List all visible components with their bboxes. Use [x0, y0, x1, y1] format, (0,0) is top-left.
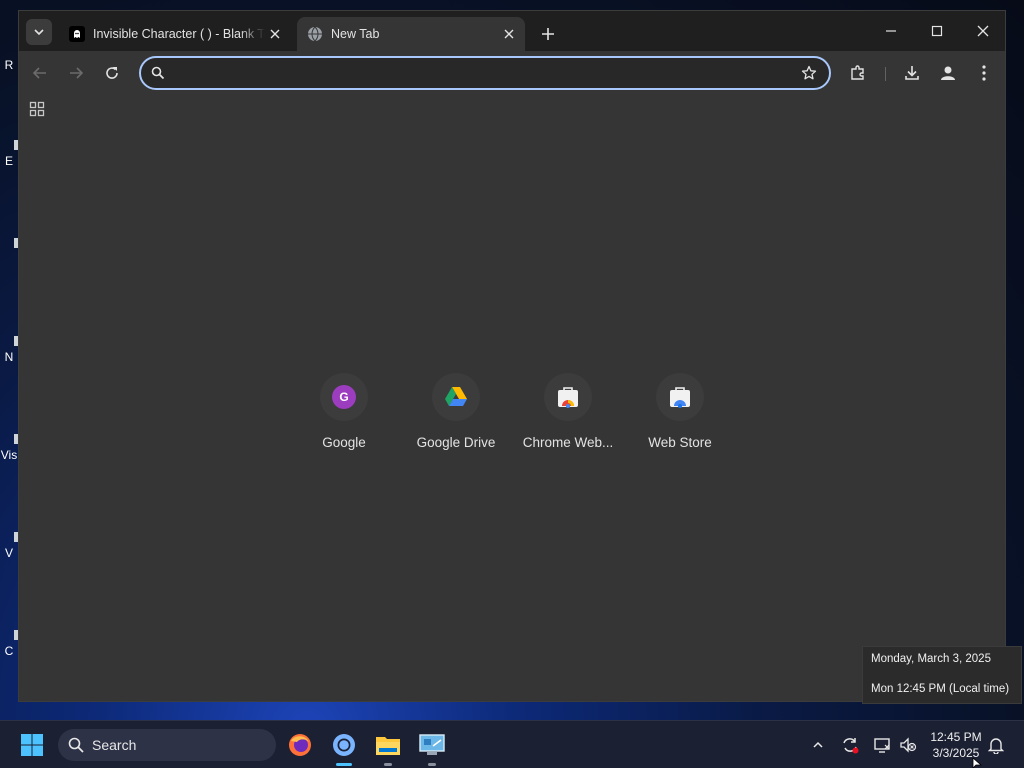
close-icon [977, 25, 989, 37]
desktop-icon-7[interactable]: C [0, 630, 20, 658]
toolbar-separator [885, 67, 886, 81]
desktop-icon-3[interactable] [0, 238, 20, 252]
toolbar [19, 51, 1005, 95]
chrome-icon [333, 734, 355, 756]
forward-icon [70, 67, 84, 79]
address-input[interactable] [175, 64, 779, 84]
search-icon [151, 66, 165, 85]
search-label: Search [92, 737, 137, 753]
tooltip-date: Monday, March 3, 2025 [871, 653, 991, 665]
close-tab-icon[interactable] [265, 24, 285, 44]
sync-tray-icon[interactable] [840, 735, 860, 755]
shortcut-label: Google Drive [416, 435, 496, 450]
active-app-indicator [336, 763, 352, 766]
shortcut-google[interactable]: G Google [288, 373, 400, 450]
tab-new-tab[interactable]: New Tab [297, 17, 525, 51]
tab-strip: Invisible Character ( ) - Blank Text New… [19, 11, 1005, 51]
plus-icon [542, 28, 554, 40]
notifications-button[interactable] [986, 735, 1006, 755]
clock-tooltip: Monday, March 3, 2025 Mon 12:45 PM (Loca… [862, 646, 1022, 704]
desktop-icon-2[interactable]: E [0, 140, 20, 168]
minimize-icon [886, 30, 896, 32]
clock-time: 12:45 PM [930, 730, 982, 744]
taskbar-firefox[interactable] [284, 729, 316, 761]
reload-button[interactable] [97, 58, 127, 88]
app-running-indicator [428, 763, 436, 766]
desktop-icon-6[interactable]: V [0, 532, 20, 560]
globe-icon [307, 26, 323, 42]
taskbar-clock[interactable]: 12:45 PM 3/3/2025 [924, 729, 988, 761]
star-icon[interactable] [801, 65, 817, 86]
address-bar[interactable] [139, 56, 831, 90]
profile-icon [941, 66, 955, 80]
shortcut-label: Web Store [648, 435, 712, 450]
chrome-web-store-icon [558, 387, 578, 408]
extensions-icon [851, 65, 864, 80]
shortcut-tile [544, 373, 592, 421]
firefox-icon [289, 734, 311, 756]
minimize-button[interactable] [869, 17, 913, 45]
volume-muted-icon [900, 737, 917, 753]
menu-icon [982, 65, 986, 81]
bookmarks-bar [19, 95, 1005, 129]
taskbar: Search 12:45 PM 3/3/2025 [0, 720, 1024, 768]
tab-invisible-character[interactable]: Invisible Character ( ) - Blank Text [59, 17, 291, 51]
windows-icon [21, 734, 43, 756]
shortcut-chrome-web-store[interactable]: Chrome Web... [512, 373, 624, 450]
chevron-down-icon [34, 29, 44, 36]
extensions-button[interactable] [843, 58, 873, 88]
google-drive-icon [445, 387, 467, 406]
shortcut-tile: G [320, 373, 368, 421]
search-icon [68, 737, 84, 753]
maximize-button[interactable] [915, 17, 959, 45]
desktop-icon-4[interactable]: N [0, 336, 20, 364]
back-button[interactable] [25, 58, 55, 88]
tab-title: Invisible Character ( ) - Blank Text [93, 27, 265, 41]
shortcut-tile [432, 373, 480, 421]
shortcut-google-drive[interactable]: Google Drive [400, 373, 512, 450]
downloads-button[interactable] [897, 58, 927, 88]
app-running-indicator [384, 763, 392, 766]
desktop-icon-1[interactable]: R [0, 58, 18, 72]
start-button[interactable] [16, 729, 48, 761]
volume-tray-icon[interactable] [898, 735, 918, 755]
taskbar-search[interactable]: Search [58, 729, 276, 761]
shortcut-label: Chrome Web... [522, 435, 614, 450]
new-tab-button[interactable] [535, 21, 561, 47]
ghost-icon [69, 26, 85, 42]
menu-button[interactable] [969, 58, 999, 88]
tooltip-time: Mon 12:45 PM (Local time) [871, 683, 1010, 695]
chevron-up-icon [813, 741, 823, 748]
taskbar-control-panel[interactable] [416, 729, 448, 761]
browser-window: Invisible Character ( ) - Blank Text New… [18, 10, 1006, 702]
close-tab-icon[interactable] [499, 24, 519, 44]
reload-icon [106, 67, 118, 79]
control-panel-icon [419, 734, 445, 755]
apps-grid-icon[interactable] [29, 101, 49, 121]
shortcut-web-store[interactable]: Web Store [624, 373, 736, 450]
taskbar-file-explorer[interactable] [372, 729, 404, 761]
forward-button[interactable] [61, 58, 91, 88]
shortcut-tile [656, 373, 704, 421]
tab-search-button[interactable] [26, 19, 52, 45]
desktop-icon-5[interactable]: Vis [0, 434, 20, 462]
network-tray-icon[interactable] [872, 735, 892, 755]
taskbar-chrome[interactable] [328, 729, 360, 761]
bell-icon [988, 738, 1004, 754]
shortcut-label: Google [322, 435, 366, 450]
web-store-icon [670, 387, 690, 408]
close-window-button[interactable] [961, 17, 1005, 45]
google-g-icon: G [332, 385, 356, 409]
sync-icon [843, 738, 859, 754]
profile-button[interactable] [933, 58, 963, 88]
back-icon [32, 67, 46, 79]
maximize-icon [931, 25, 943, 37]
mouse-cursor-icon [972, 758, 982, 768]
network-icon [874, 738, 890, 753]
show-hidden-icons-button[interactable] [808, 735, 828, 755]
downloads-icon [905, 66, 919, 80]
file-explorer-icon [376, 737, 400, 755]
tab-title: New Tab [331, 27, 380, 41]
